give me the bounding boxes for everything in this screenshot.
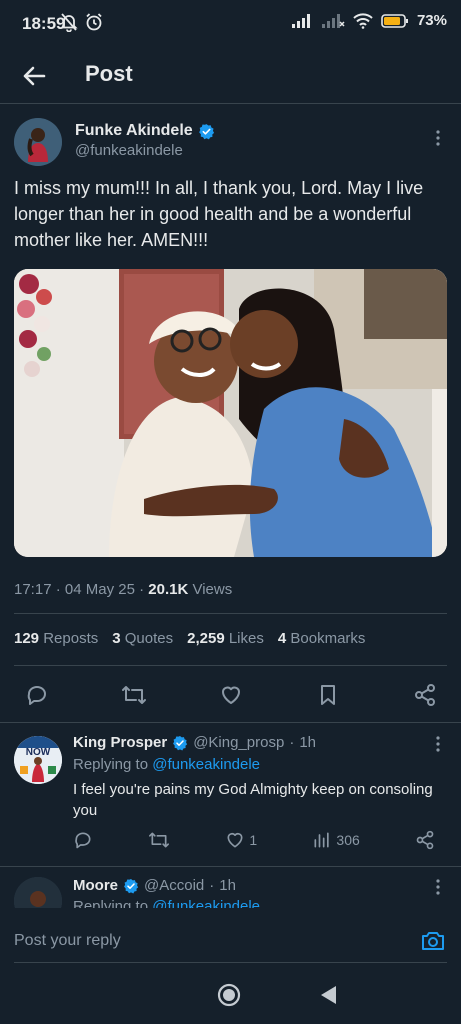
home-button[interactable] [216,982,242,1008]
camera-button[interactable] [420,928,446,954]
mute-icon [60,12,78,32]
post-more-button[interactable] [428,128,448,148]
bookmark-button[interactable] [313,680,343,710]
divider [14,665,447,666]
views-icon [312,830,332,850]
reply-time: 1h [299,734,316,751]
views-label: Views [192,581,233,598]
author-name[interactable]: Funke Akindele [75,122,215,140]
status-right: 73% [291,12,447,29]
author-avatar[interactable] [14,118,62,166]
quotes-stat[interactable]: 3 Quotes [112,630,173,647]
like-button[interactable] [216,680,246,710]
reply-icon [25,683,49,707]
reply-text: I feel you're pains my God Almighty keep… [73,781,433,819]
post-time: 17:17 [14,581,52,598]
bookmarks-stat[interactable]: 4 Bookmarks [278,630,366,647]
battery-percent: 73% [416,12,447,29]
divider [14,613,447,614]
replying-to-handle[interactable]: @funkeakindele [152,898,260,908]
reply-more-button[interactable] [428,734,448,754]
heart-icon [225,830,245,850]
reply-icon [73,830,93,850]
reply-avatar[interactable] [14,877,62,908]
reply-author[interactable]: Moore @Accoid · 1h [73,877,236,894]
status-time: 18:59 [22,14,66,33]
header: Post [0,48,461,104]
post-text: I miss my mum!!! In all, I thank you, Lo… [14,178,424,250]
reply-avatar[interactable]: NOW [14,736,62,784]
battery-icon [381,13,409,29]
page-title: Post [85,61,133,86]
replying-to: Replying to @funkeakindele [73,756,261,773]
home-circle-icon [216,982,242,1008]
more-vertical-icon [428,128,448,148]
repost-button[interactable] [119,680,149,710]
wifi-icon [353,12,373,29]
post-meta: 17:17 · 04 May 25 · 20.1K Views [14,581,233,598]
verified-badge-icon [172,735,188,751]
post-image[interactable] [14,269,447,557]
views-count: 20.1K [148,581,189,598]
more-vertical-icon [428,734,448,754]
replying-to-handle[interactable]: @funkeakindele [152,756,260,773]
triangle-back-icon [318,983,340,1007]
reply-more-button[interactable] [428,877,448,897]
replying-to: Replying to @funkeakindele [73,898,260,908]
reply-author[interactable]: King Prosper @King_prosp · 1h [73,734,316,751]
signal-icon [321,13,345,29]
reply-actions: 1 306 [73,830,435,850]
likes-stat[interactable]: 2,259 Likes [187,630,264,647]
repost-icon [121,683,147,707]
signal-icon [291,13,313,29]
back-nav-button[interactable] [318,983,340,1007]
more-vertical-icon [428,877,448,897]
status-left-icons [60,12,104,32]
reply-like-button[interactable]: 1 [225,830,257,850]
reply-views-button[interactable]: 306 [312,830,360,850]
alarm-icon [84,12,104,32]
reply-handle: @Accoid [144,877,205,894]
share-icon [413,683,437,707]
share-icon [415,830,435,850]
status-bar: 18:59 73% [0,0,461,48]
reply-repost-button[interactable] [148,830,170,850]
reposts-stat[interactable]: 129 Reposts [14,630,98,647]
reply-like-count: 1 [249,832,258,848]
divider [0,722,461,723]
reply-button[interactable] [22,680,52,710]
author-handle[interactable]: @funkeakindele [75,142,183,159]
reply-input[interactable]: Post your reply [14,932,121,950]
post-date: 04 May 25 [64,581,135,598]
reply-handle: @King_prosp [193,734,285,751]
system-nav-bar [0,968,461,1024]
share-button[interactable] [410,680,440,710]
reply-time: 1h [219,877,236,894]
post-actions [22,680,440,710]
composer-underline [14,962,447,963]
back-button[interactable] [18,60,50,92]
reply-views-count: 306 [336,832,360,848]
reply-share-button[interactable] [415,830,435,850]
verified-badge-icon [123,878,139,894]
reply-reply-button[interactable] [73,830,93,850]
bookmark-icon [316,683,340,707]
camera-icon [420,928,446,954]
arrow-left-icon [18,60,50,92]
repost-icon [148,830,170,850]
verified-badge-icon [198,123,215,140]
heart-icon [219,683,243,707]
post-stats: 129 Reposts 3 Quotes 2,259 Likes 4 Bookm… [14,630,365,647]
svg-text:NOW: NOW [26,747,51,758]
reply-item: Moore @Accoid · 1h Replying to @funkeaki… [0,867,461,908]
